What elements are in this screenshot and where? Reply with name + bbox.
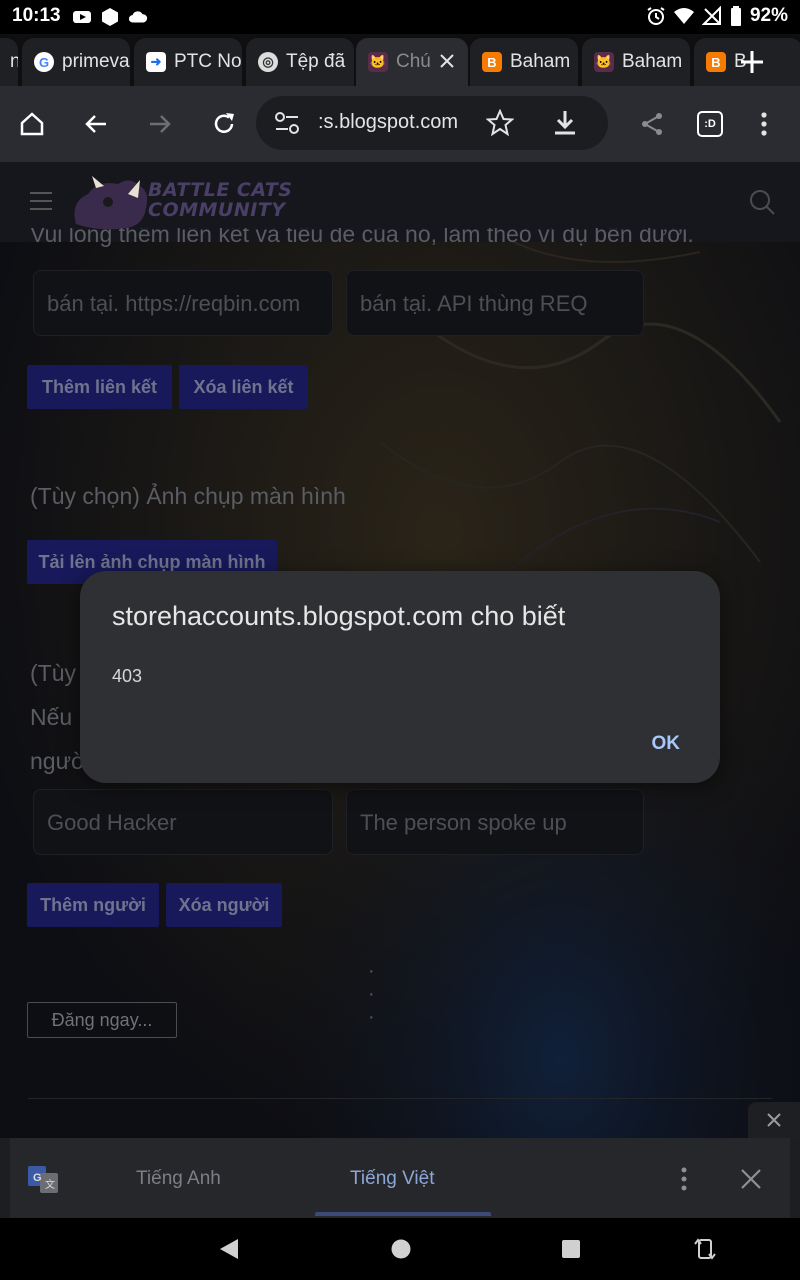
- tab-2[interactable]: ➜ PTC No: [134, 38, 242, 86]
- cat-icon: 🐱: [594, 52, 614, 72]
- source-language-tab[interactable]: Tiếng Anh: [136, 1168, 221, 1190]
- close-icon: [767, 1113, 781, 1127]
- ptc-icon: ➜: [146, 52, 166, 72]
- cloud-icon: [128, 11, 148, 23]
- back-button[interactable]: [78, 106, 114, 142]
- forward-arrow-icon: [150, 115, 171, 133]
- system-navigation-bar: [0, 1218, 800, 1280]
- svg-text:G: G: [33, 1172, 42, 1184]
- blogger-icon: B: [706, 52, 726, 72]
- hexagon-icon: [102, 8, 118, 26]
- dialog-message: 403: [112, 666, 143, 686]
- google-g-icon: G: [34, 52, 54, 72]
- more-vertical-icon: [761, 112, 767, 136]
- cat-icon: 🐱: [368, 52, 388, 72]
- back-arrow-icon: [85, 115, 106, 133]
- link-title-input[interactable]: bán tại. API thùng REQ: [346, 270, 644, 336]
- browser-toolbar: :s.blogspot.com :D: [0, 86, 800, 162]
- nav-home-button[interactable]: [386, 1234, 416, 1264]
- url-text: :s.blogspot.com: [318, 111, 459, 133]
- alarm-icon: [647, 7, 665, 25]
- tab-5[interactable]: B Baham: [470, 38, 578, 86]
- youtube-icon: [73, 11, 91, 23]
- tab-3[interactable]: ◎ Tệp đã: [246, 38, 354, 86]
- page-divider: [28, 1098, 772, 1099]
- nav-rotate-button[interactable]: [690, 1234, 720, 1264]
- site-settings-icon[interactable]: [274, 111, 300, 135]
- tab-active[interactable]: 🐱 Chú: [356, 38, 468, 86]
- google-translate-icon: G 文: [28, 1166, 58, 1193]
- close-icon[interactable]: [738, 1166, 764, 1192]
- ok-button[interactable]: OK: [652, 733, 681, 755]
- tab-switcher-icon: :D: [697, 111, 723, 137]
- chrome-icon: ◎: [258, 52, 278, 72]
- share-icon: [642, 113, 662, 135]
- battery-percent: 92%: [749, 5, 788, 26]
- remove-link-button[interactable]: Xóa liên kết: [179, 365, 308, 409]
- screen: 10:13 92% ni G primeva ➜ PTC No ◎ Tệp đã: [0, 0, 800, 1280]
- blogger-icon: B: [482, 52, 502, 72]
- address-bar[interactable]: :s.blogspot.com: [256, 96, 608, 150]
- publish-button[interactable]: Đăng ngay...: [27, 1002, 177, 1038]
- no-signal-icon: [701, 6, 721, 25]
- tab-switcher-button[interactable]: :D: [692, 106, 728, 142]
- triangle-back-icon: [220, 1239, 238, 1259]
- translate-bar: G 文 Tiếng Anh Tiếng Việt: [0, 1138, 800, 1218]
- screenshot-heading: (Tùy chọn) Ảnh chụp màn hình: [30, 483, 346, 509]
- home-icon: [20, 112, 44, 136]
- tab-partial[interactable]: ni: [0, 38, 18, 86]
- person-description-input[interactable]: The person spoke up: [346, 789, 644, 855]
- dismiss-button[interactable]: [748, 1102, 800, 1138]
- search-icon[interactable]: [748, 188, 776, 216]
- selected-language-indicator: [315, 1212, 491, 1216]
- new-tab-plus-icon[interactable]: [738, 48, 766, 76]
- more-vertical-icon[interactable]: [672, 1166, 696, 1192]
- add-person-button[interactable]: Thêm người: [27, 883, 159, 927]
- remove-person-button[interactable]: Xóa người: [166, 883, 282, 927]
- close-icon[interactable]: [436, 50, 458, 72]
- wifi-icon: [673, 8, 694, 24]
- status-time: 10:13: [12, 5, 61, 26]
- hamburger-menu-icon[interactable]: [30, 192, 52, 210]
- battery-icon: [730, 6, 741, 26]
- menu-button[interactable]: [746, 106, 782, 142]
- circle-home-icon: [391, 1239, 411, 1259]
- person-name-input[interactable]: Good Hacker: [33, 789, 333, 855]
- reload-icon: [214, 113, 234, 133]
- bookmark-star-icon[interactable]: [486, 109, 514, 137]
- add-link-button[interactable]: Thêm liên kết: [27, 365, 172, 409]
- link-url-input[interactable]: bán tại. https://reqbin.com: [33, 270, 333, 336]
- optional-heading-partial: (Tùy: [30, 660, 76, 686]
- dialog-title: storehaccounts.blogspot.com cho biết: [112, 601, 566, 631]
- reload-button[interactable]: [206, 106, 242, 142]
- ellipsis-separator: · · ·: [368, 960, 391, 1028]
- status-bar: 10:13 92%: [0, 0, 800, 34]
- download-icon[interactable]: [552, 109, 578, 137]
- instruction-text: Vui lòng thêm liên kết và tiêu đề của nó…: [30, 228, 694, 247]
- tab-1[interactable]: G primeva: [22, 38, 130, 86]
- target-language-tab[interactable]: Tiếng Việt: [350, 1168, 435, 1190]
- alert-dialog: storehaccounts.blogspot.com cho biết 403…: [80, 571, 720, 783]
- description-line-partial-2: ngườ: [30, 748, 87, 774]
- nav-recents-button[interactable]: [556, 1234, 586, 1264]
- tab-6[interactable]: 🐱 Baham: [582, 38, 690, 86]
- share-button[interactable]: [634, 106, 670, 142]
- logo-text: BATTLE CATS COMMUNITY: [148, 179, 293, 221]
- description-line-partial: Nếu: [30, 704, 73, 730]
- forward-button[interactable]: [142, 106, 178, 142]
- rotate-screen-icon: [694, 1238, 716, 1260]
- square-recents-icon: [562, 1240, 580, 1258]
- translate-bar-panel: G 文 Tiếng Anh Tiếng Việt: [10, 1138, 790, 1218]
- svg-text:文: 文: [45, 1178, 55, 1191]
- tab-strip: ni G primeva ➜ PTC No ◎ Tệp đã 🐱 Chú B B…: [0, 34, 800, 86]
- nav-back-button[interactable]: [214, 1234, 244, 1264]
- home-button[interactable]: [14, 106, 50, 142]
